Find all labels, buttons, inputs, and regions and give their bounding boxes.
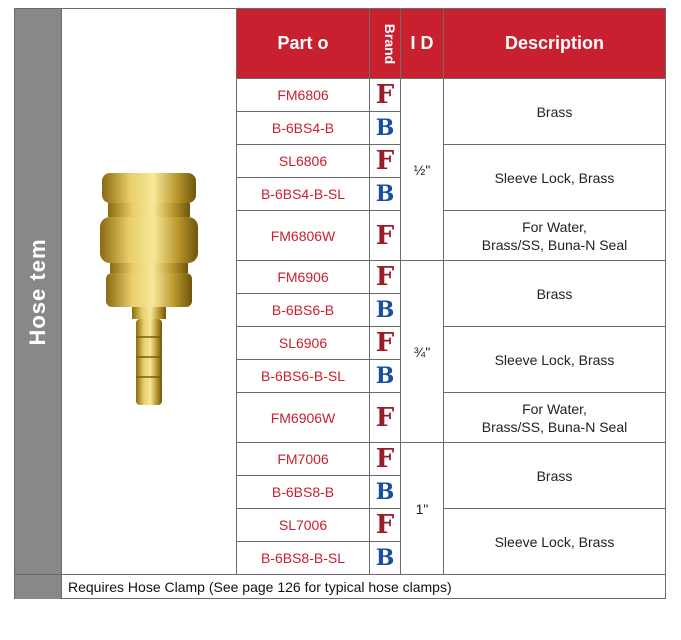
brand-f-logo-icon: F	[369, 442, 401, 476]
brand-f-logo-icon: F	[369, 210, 401, 261]
part-number: FM7006	[236, 442, 370, 476]
brand-b-logo-icon: B	[369, 475, 401, 509]
part-number: B-6BS8-B	[236, 475, 370, 509]
description-line: For Water,	[522, 218, 587, 235]
brand-f-logo-icon: F	[369, 78, 401, 112]
description: Brass	[443, 260, 666, 327]
part-number: SL7006	[236, 508, 370, 542]
part-number: FM6906W	[236, 392, 370, 443]
part-number: B-6BS4-B	[236, 111, 370, 145]
brand-b-logo-icon: B	[369, 541, 401, 575]
brand-f-logo-icon: F	[369, 326, 401, 360]
header-description: Description	[443, 8, 666, 79]
description: Sleeve Lock, Brass	[443, 144, 666, 211]
footer-row: Requires Hose Clamp (See page 126 for ty…	[14, 574, 666, 599]
brand-b-logo-icon: B	[369, 293, 401, 327]
side-label: Hose tem	[25, 237, 50, 346]
id-size: ½"	[400, 78, 444, 261]
part-number: SL6806	[236, 144, 370, 178]
id-size: ¾"	[400, 260, 444, 443]
description: Sleeve Lock, Brass	[443, 326, 666, 393]
side-label-cell-footer	[14, 574, 62, 599]
brand-f-logo-icon: F	[369, 508, 401, 542]
header-row: Hose tem Part o Brand I D Description	[14, 8, 666, 575]
part-number: FM6806	[236, 78, 370, 112]
side-label-cell: Hose tem	[14, 8, 62, 575]
part-number: FM6806W	[236, 210, 370, 261]
description-line: Brass/SS, Buna-N Seal	[481, 418, 628, 435]
brand-b-logo-icon: B	[369, 359, 401, 393]
part-number: B-6BS6-B-SL	[236, 359, 370, 393]
header-id: I D	[400, 8, 444, 79]
id-size: 1"	[400, 442, 444, 575]
header-brand-label: Brand	[382, 23, 399, 64]
part-number: B-6BS6-B	[236, 293, 370, 327]
spec-table: Hose tem Part o Brand I D Description FM…	[14, 8, 666, 599]
description: Sleeve Lock, Brass	[443, 508, 666, 575]
brand-f-logo-icon: F	[369, 392, 401, 443]
brand-f-logo-icon: F	[369, 260, 401, 294]
description: For Water, Brass/SS, Buna-N Seal	[443, 392, 666, 443]
description-line: For Water,	[522, 400, 587, 417]
brand-f-logo-icon: F	[369, 144, 401, 178]
product-image-cell	[61, 8, 237, 575]
description-line: Brass/SS, Buna-N Seal	[481, 236, 628, 253]
footer-note: Requires Hose Clamp (See page 126 for ty…	[61, 574, 666, 599]
brass-hose-stem-coupler-icon	[100, 173, 198, 405]
header-brand: Brand	[369, 8, 401, 79]
part-number: B-6BS4-B-SL	[236, 177, 370, 211]
brand-b-logo-icon: B	[369, 177, 401, 211]
description: Brass	[443, 442, 666, 509]
brand-b-logo-icon: B	[369, 111, 401, 145]
description: Brass	[443, 78, 666, 145]
part-number: SL6906	[236, 326, 370, 360]
header-part-no: Part o	[236, 8, 370, 79]
part-number: FM6906	[236, 260, 370, 294]
part-number: B-6BS8-B-SL	[236, 541, 370, 575]
description: For Water, Brass/SS, Buna-N Seal	[443, 210, 666, 261]
